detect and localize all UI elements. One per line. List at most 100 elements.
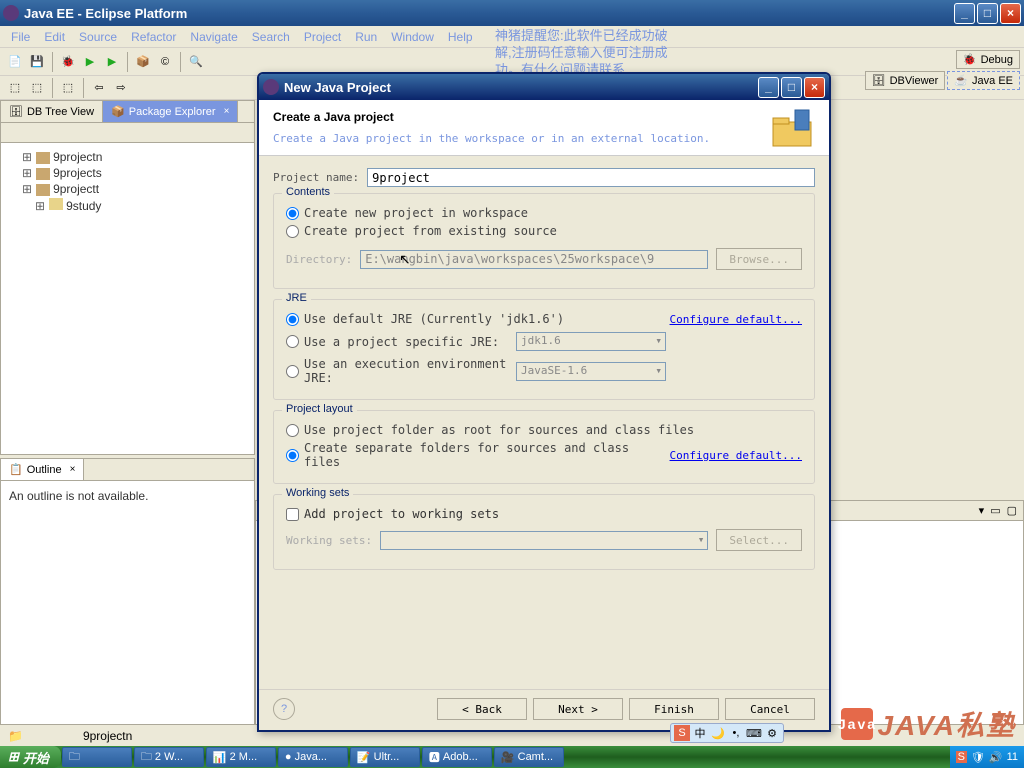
forward-icon[interactable]: ⇨ — [111, 78, 131, 98]
configure-jre-link[interactable]: Configure default... — [670, 313, 802, 326]
dialog-title: New Java Project — [284, 80, 758, 95]
menu-source[interactable]: Source — [72, 28, 124, 46]
radio-root-folder[interactable] — [286, 424, 299, 437]
dialog-maximize-button[interactable]: □ — [781, 77, 802, 98]
tree-item-9projectt[interactable]: 9projectt — [7, 181, 248, 197]
menu-project[interactable]: Project — [297, 28, 348, 46]
save-icon[interactable]: 💾 — [27, 52, 47, 72]
tray-clock[interactable]: 11 — [1007, 751, 1018, 763]
checkbox-working-sets[interactable] — [286, 508, 299, 521]
run-icon[interactable]: ▶ — [80, 52, 100, 72]
taskbar: ⊞ 开始 🗀 🗀 2 W... 📊 2 M... ● Java... 📝 Ult… — [0, 746, 1024, 768]
new-java-project-dialog: New Java Project _ □ × Create a Java pro… — [257, 72, 831, 732]
system-tray[interactable]: S 🛡 🔊 11 — [950, 746, 1024, 768]
working-sets-select — [380, 531, 708, 550]
cancel-button[interactable]: Cancel — [725, 698, 815, 720]
ime-settings-icon[interactable]: ⚙ — [764, 725, 780, 741]
menu-refactor[interactable]: Refactor — [124, 28, 183, 46]
menu-navigate[interactable]: Navigate — [183, 28, 244, 46]
minimize-button[interactable]: _ — [954, 3, 975, 24]
select-working-set-button: Select... — [716, 529, 802, 551]
tab-outline[interactable]: 📋 Outline × — [1, 459, 84, 480]
new-class-icon[interactable]: © — [155, 52, 175, 72]
dialog-titlebar[interactable]: New Java Project _ □ × — [259, 74, 829, 100]
new-icon[interactable]: 📄 — [5, 52, 25, 72]
debug-icon[interactable]: 🐞 — [58, 52, 78, 72]
language-bar[interactable]: S 中 🌙 •, ⌨ ⚙ — [670, 723, 784, 743]
task-item-3[interactable]: ● Java... — [278, 747, 348, 767]
new-package-icon[interactable]: 📦 — [133, 52, 153, 72]
radio-separate-folders[interactable] — [286, 449, 299, 462]
task-item-2[interactable]: 📊 2 M... — [206, 747, 276, 767]
search-icon[interactable]: 🔍 — [186, 52, 206, 72]
back-button[interactable]: < Back — [437, 698, 527, 720]
dialog-minimize-button[interactable]: _ — [758, 77, 779, 98]
close-tab-icon[interactable]: × — [224, 106, 230, 117]
tab-package-explorer[interactable]: 📦 Package Explorer× — [103, 101, 238, 122]
tb-icon-a[interactable]: ⬚ — [5, 78, 25, 98]
configure-layout-link[interactable]: Configure default... — [670, 449, 802, 462]
radio-specific-jre[interactable] — [286, 335, 299, 348]
package-explorer-tree[interactable]: 9projectn 9projects 9projectt 9study — [1, 143, 254, 454]
project-name-input[interactable] — [367, 168, 815, 187]
tree-item-9study[interactable]: 9study — [7, 197, 248, 214]
task-item-4[interactable]: 📝 Ultr... — [350, 747, 420, 767]
menu-run[interactable]: Run — [348, 28, 384, 46]
radio-env-jre[interactable] — [286, 365, 299, 378]
status-icon: 📁 — [8, 729, 23, 743]
run-ext-icon[interactable]: ▶ — [102, 52, 122, 72]
ime-mode-icon[interactable]: 中 — [692, 725, 708, 741]
tb-icon-b[interactable]: ⬚ — [27, 78, 47, 98]
tb-icon-c[interactable]: ⬚ — [58, 78, 78, 98]
close-outline-icon[interactable]: × — [70, 464, 76, 475]
dialog-close-button[interactable]: × — [804, 77, 825, 98]
java-logo-icon: Java — [841, 708, 873, 740]
layout-group: Project layout Use project folder as roo… — [273, 410, 815, 484]
menu-edit[interactable]: Edit — [37, 28, 72, 46]
ime-kbd-icon[interactable]: ⌨ — [746, 725, 762, 741]
task-item-6[interactable]: 🎥 Camt... — [494, 747, 564, 767]
window-title: Java EE - Eclipse Platform — [24, 6, 954, 21]
menu-file[interactable]: File — [4, 28, 37, 46]
contents-group: Contents Create new project in workspace… — [273, 193, 815, 289]
menu-window[interactable]: Window — [384, 28, 441, 46]
tab-db-tree[interactable]: 🗄 DB Tree View — [1, 101, 103, 122]
radio-existing-source[interactable] — [286, 225, 299, 238]
view-menu-icon[interactable]: ▾ — [979, 504, 985, 517]
tray-icon-1[interactable]: 🛡 — [971, 751, 985, 764]
ime-moon-icon[interactable]: 🌙 — [710, 725, 726, 741]
radio-default-jre[interactable] — [286, 313, 299, 326]
jre-group: JRE Use default JRE (Currently 'jdk1.6')… — [273, 299, 815, 400]
perspective-javaee[interactable]: ☕ Java EE — [947, 71, 1020, 90]
specific-jre-select: jdk1.6 — [516, 332, 666, 351]
wizard-folder-icon — [769, 106, 817, 150]
menu-search[interactable]: Search — [245, 28, 297, 46]
perspective-debug[interactable]: 🐞 Debug — [956, 50, 1020, 69]
working-sets-group: Working sets Add project to working sets… — [273, 494, 815, 570]
project-name-label: Project name: — [273, 171, 359, 184]
task-item-5[interactable]: 🅰 Adob... — [422, 747, 492, 767]
minimize-view-icon[interactable]: ▭ — [990, 504, 1000, 517]
tree-item-9projects[interactable]: 9projects — [7, 165, 248, 181]
ime-punct-icon[interactable]: •, — [728, 725, 744, 741]
radio-create-new[interactable] — [286, 207, 299, 220]
watermark: Java JAVA私塾 — [841, 704, 1016, 744]
tray-ime-icon[interactable]: S — [956, 751, 967, 763]
back-icon[interactable]: ⇦ — [89, 78, 109, 98]
directory-input — [360, 250, 708, 269]
menu-help[interactable]: Help — [441, 28, 480, 46]
next-button[interactable]: Next > — [533, 698, 623, 720]
outline-message: An outline is not available. — [1, 481, 254, 511]
ime-icon[interactable]: S — [674, 725, 690, 741]
finish-button[interactable]: Finish — [629, 698, 719, 720]
help-button[interactable]: ? — [273, 698, 295, 720]
task-item-0[interactable]: 🗀 — [62, 747, 132, 767]
maximize-button[interactable]: □ — [977, 3, 998, 24]
start-button[interactable]: ⊞ 开始 — [0, 746, 61, 768]
tree-item-9projectn[interactable]: 9projectn — [7, 149, 248, 165]
maximize-view-icon[interactable]: ▢ — [1007, 504, 1017, 517]
close-button[interactable]: × — [1000, 3, 1021, 24]
perspective-dbviewer[interactable]: 🗄 DBViewer — [865, 71, 946, 90]
task-item-1[interactable]: 🗀 2 W... — [134, 747, 204, 767]
tray-icon-2[interactable]: 🔊 — [989, 751, 1003, 764]
